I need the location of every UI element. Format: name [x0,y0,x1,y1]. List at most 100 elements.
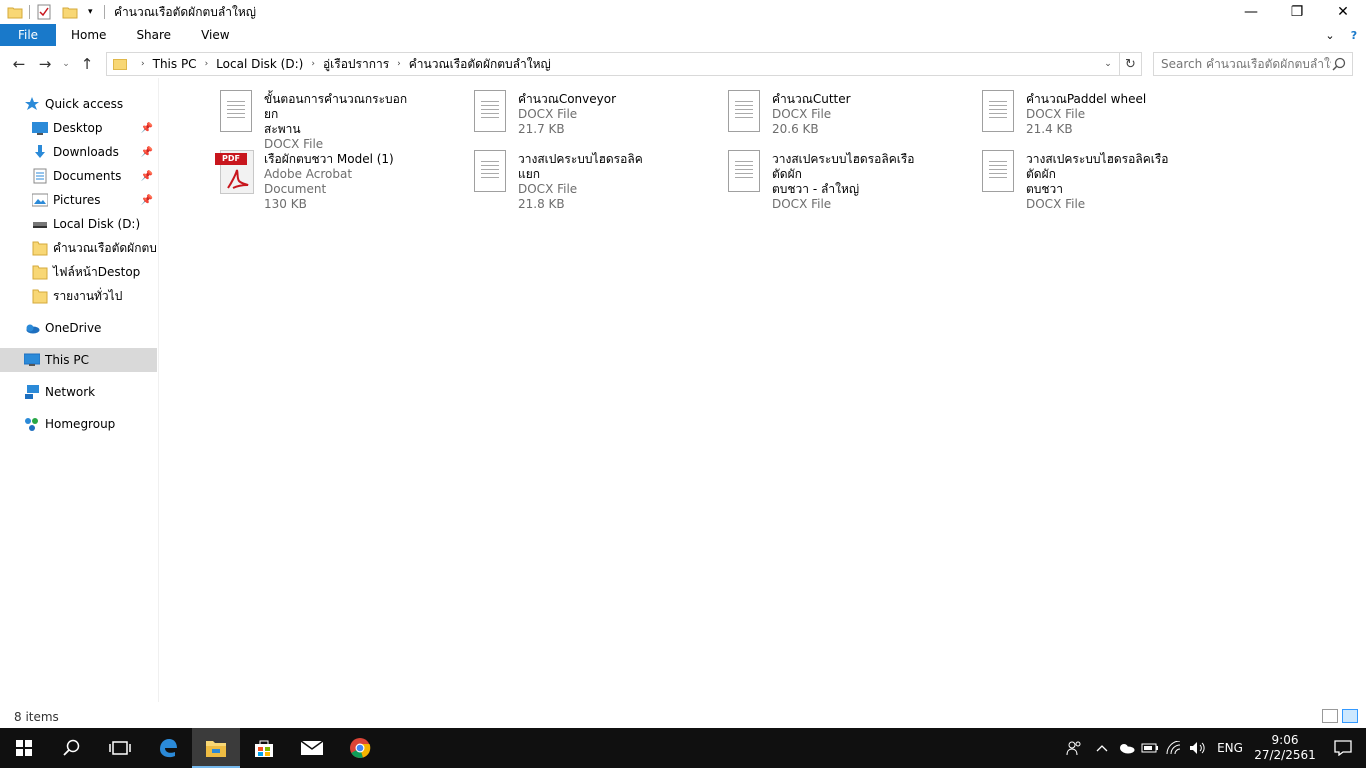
file-item[interactable]: คำนวณConveyor DOCX File 21.7 KB [414,86,664,144]
nav-folder-calc[interactable]: คำนวณเรือตัดผักตบลำ [0,236,157,260]
pin-icon: 📌 [140,194,153,206]
battery-icon[interactable] [1138,728,1162,768]
onedrive-icon [24,320,40,336]
task-view-button[interactable] [96,728,144,768]
tiles-view-button[interactable] [1342,709,1358,723]
action-center-button[interactable] [1320,728,1366,768]
pin-icon: 📌 [140,122,153,134]
edge-icon [160,739,177,758]
input-language[interactable]: ENG [1210,741,1250,755]
recent-locations-button[interactable]: ⌄ [58,51,74,77]
people-icon[interactable] [1058,728,1090,768]
nav-label: Homegroup [45,417,116,431]
close-button[interactable]: ✕ [1320,0,1366,24]
title-bar: ▾ คำนวณเรือตัดผักตบลำใหญ่ — ❐ ✕ [0,0,1366,24]
back-button[interactable]: ← [6,51,32,77]
minimize-button[interactable]: — [1228,0,1274,24]
volume-icon[interactable] [1186,728,1210,768]
breadcrumb-this-pc[interactable]: This PC [153,57,197,71]
wifi-icon[interactable] [1162,728,1186,768]
file-item[interactable]: วางสเปคระบบไฮดรอลิคเรือตัดผัก ตบชวา DOCX… [922,146,1172,211]
file-item[interactable]: ขั้นตอนการคำนวณกระบอกยก สะพาน DOCX File [160,86,410,151]
chrome-button[interactable] [336,728,384,768]
tab-share[interactable]: Share [121,24,186,46]
nav-label: Downloads [53,145,119,159]
file-explorer-icon [206,741,226,757]
details-view-button[interactable] [1322,709,1338,723]
customize-qat-icon[interactable]: ▾ [88,4,98,20]
file-type: DOCX File [518,182,578,196]
ribbon-tabs: File Home Share View ⌄ ? [0,24,1366,46]
nav-folder-desktop-files[interactable]: ไฟล์หน้าDestop [0,260,157,284]
file-item[interactable]: วางสเปคระบบไฮดรอลิคแยก DOCX File 21.8 KB [414,146,664,211]
file-name-line2: ตบชวา - ลำใหญ่ [772,182,860,196]
nav-folder-reports[interactable]: รายงานทั่วไป [0,284,157,308]
search-input[interactable] [1161,57,1331,71]
clock[interactable]: 9:06 27/2/2561 [1250,733,1320,763]
chevron-right-icon[interactable]: › [141,59,145,69]
tab-home[interactable]: Home [56,24,121,46]
tab-file[interactable]: File [0,24,56,46]
file-item[interactable]: คำนวณPaddel wheel DOCX File 21.4 KB [922,86,1172,144]
mail-button[interactable] [288,728,336,768]
nav-documents[interactable]: Documents 📌 [0,164,157,188]
nav-network[interactable]: Network [0,380,157,404]
refresh-icon[interactable]: ↻ [1119,53,1141,75]
breadcrumb-current[interactable]: คำนวณเรือตัดผักตบลำใหญ่ [409,55,551,74]
forward-button[interactable]: → [32,51,58,77]
chevron-right-icon[interactable]: › [311,59,315,69]
file-size: 21.8 KB [518,197,565,211]
navigation-pane: Quick access Desktop 📌 Downloads 📌 Docum… [0,92,157,702]
pin-icon: 📌 [140,170,153,182]
new-folder-icon[interactable] [62,4,78,20]
homegroup-icon [24,416,40,432]
up-button[interactable]: ↑ [74,51,100,77]
nav-this-pc[interactable]: This PC [0,348,157,372]
onedrive-icon[interactable] [1114,728,1138,768]
help-icon[interactable]: ? [1342,29,1366,42]
chevron-down-icon[interactable]: ⌄ [1318,29,1342,42]
nav-local-disk[interactable]: Local Disk (D:) [0,212,157,236]
star-icon [24,96,40,112]
chevron-up-icon[interactable] [1090,728,1114,768]
tab-view[interactable]: View [186,24,244,46]
maximize-button[interactable]: ❐ [1274,0,1320,24]
breadcrumb-local-disk[interactable]: Local Disk (D:) [216,57,303,71]
properties-icon[interactable] [36,4,52,20]
search-icon [63,739,80,756]
start-button[interactable] [0,728,48,768]
edge-button[interactable] [144,728,192,768]
taskbar: ENG 9:06 27/2/2561 [0,728,1366,768]
address-dropdown-icon[interactable]: ⌄ [1099,53,1117,75]
documents-icon [32,168,48,184]
file-explorer-button[interactable] [192,728,240,768]
nav-label: Desktop [53,121,103,135]
search-box[interactable] [1153,52,1353,76]
nav-label: คำนวณเรือตัดผักตบลำ [53,240,157,255]
search-button[interactable] [48,728,96,768]
nav-label: Pictures [53,193,101,207]
nav-downloads[interactable]: Downloads 📌 [0,140,157,164]
chevron-right-icon[interactable]: › [397,59,401,69]
chevron-right-icon[interactable]: › [205,59,209,69]
nav-desktop[interactable]: Desktop 📌 [0,116,157,140]
address-bar[interactable]: › This PC › Local Disk (D:) › อู่เรือปราการ… [106,52,1142,76]
desktop-icon [32,120,48,136]
file-item[interactable]: วางสเปคระบบไฮดรอลิคเรือตัดผัก ตบชวา - ลำ… [668,146,918,211]
nav-label: Quick access [45,97,124,111]
docx-file-icon [728,90,762,134]
nav-homegroup[interactable]: Homegroup [0,412,157,436]
file-item[interactable]: คำนวณCutter DOCX File 20.6 KB [668,86,918,144]
store-icon [255,740,273,757]
search-icon[interactable] [1332,57,1346,71]
nav-onedrive[interactable]: OneDrive [0,316,157,340]
file-size: 21.4 KB [1026,122,1073,136]
file-item[interactable]: PDF เรือผักตบชวา Model (1) Adobe Acrobat… [160,146,410,211]
clock-time: 9:06 [1271,733,1299,747]
file-type: Adobe Acrobat Document [264,167,353,196]
nav-quick-access[interactable]: Quick access [0,92,157,116]
windows-logo-icon [16,740,32,756]
breadcrumb-folder[interactable]: อู่เรือปราการ [323,55,389,74]
store-button[interactable] [240,728,288,768]
nav-pictures[interactable]: Pictures 📌 [0,188,157,212]
